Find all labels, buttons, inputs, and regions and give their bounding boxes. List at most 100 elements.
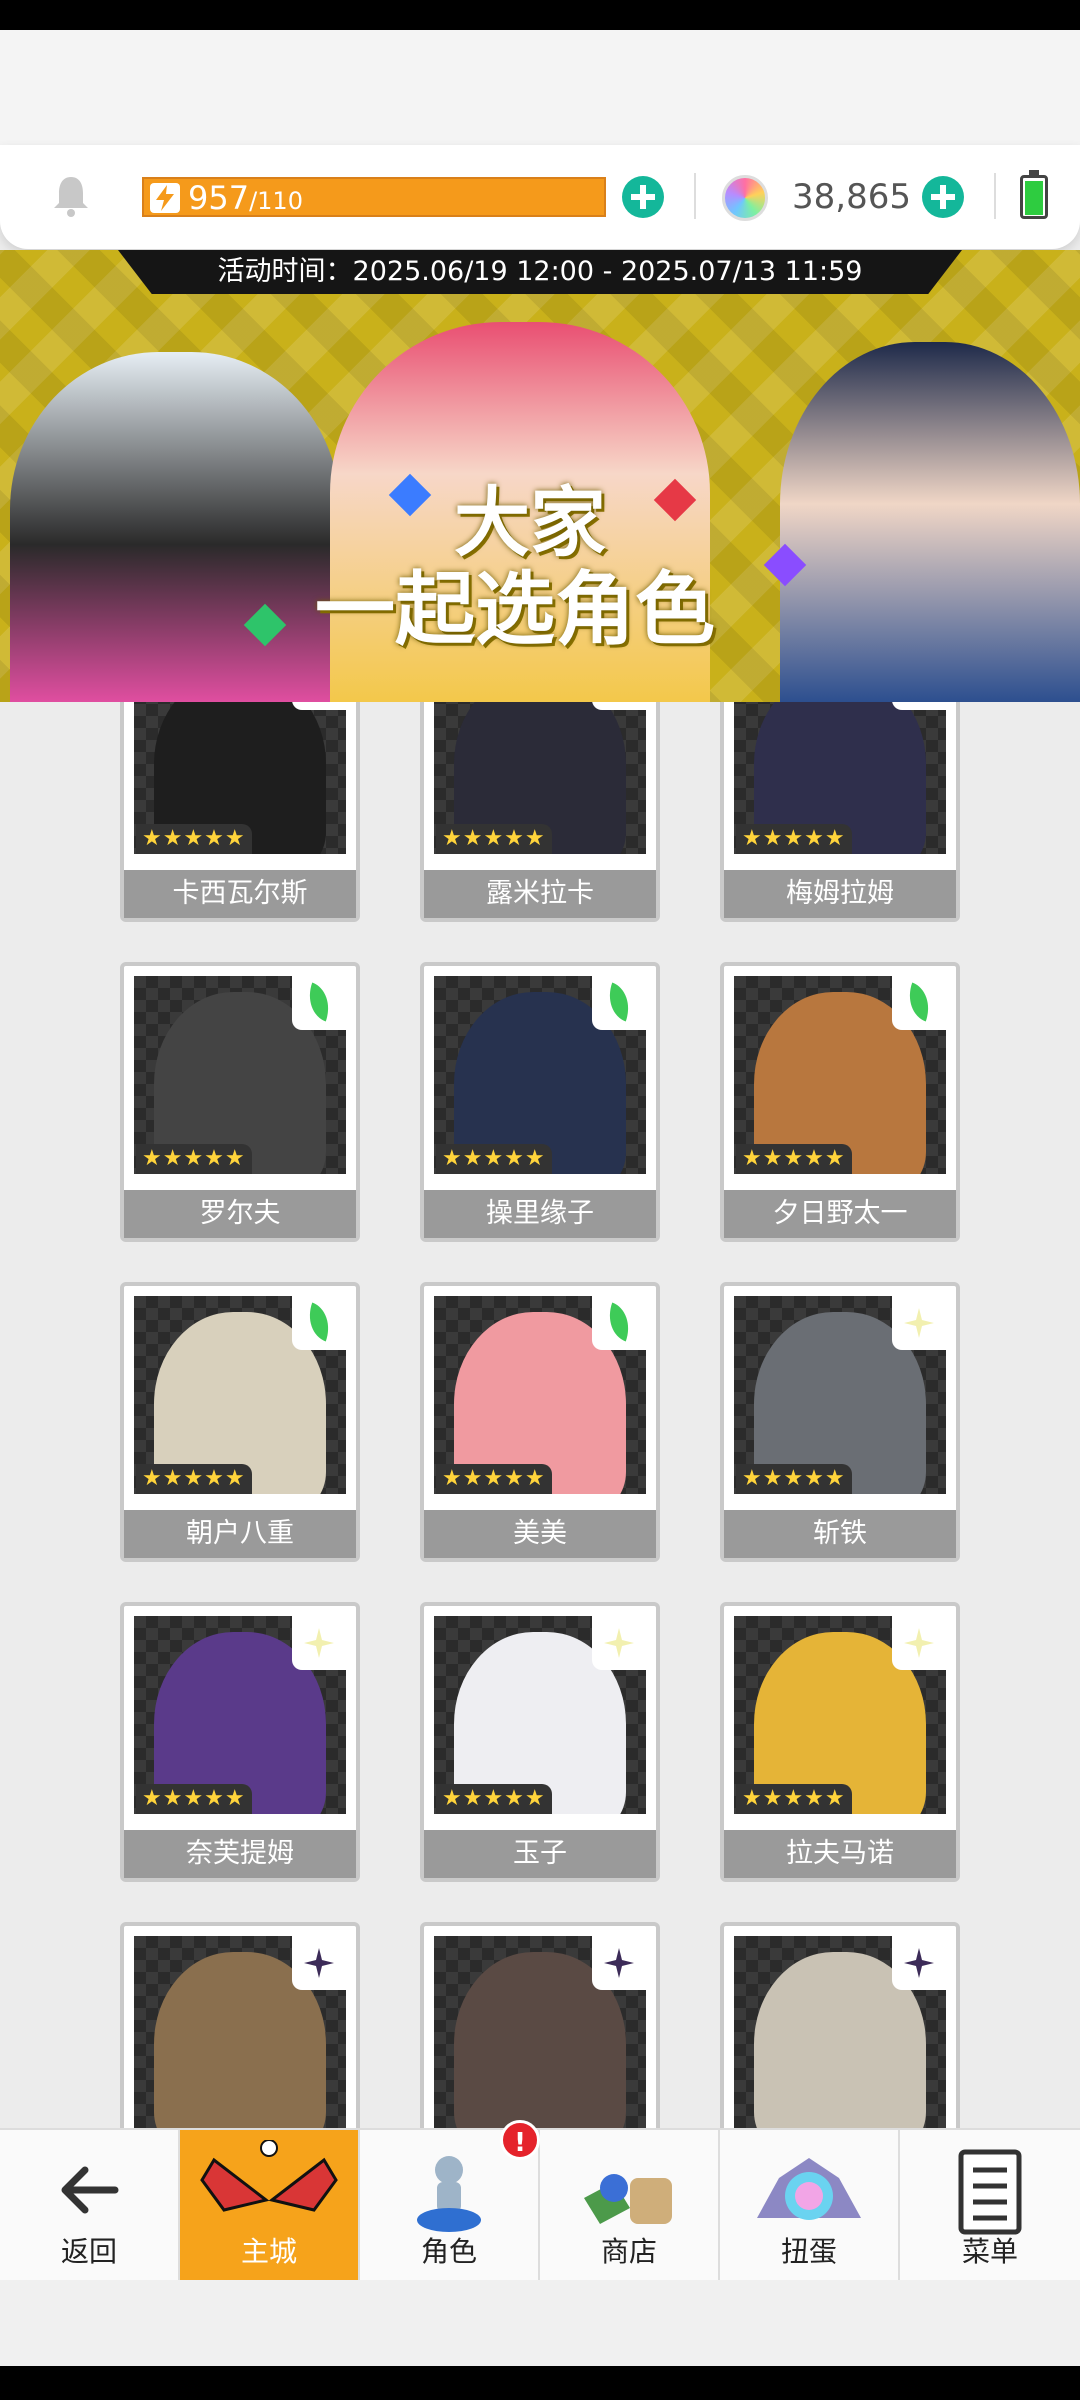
character-portrait: ★★★★★ xyxy=(434,702,646,854)
star-rating: ★★★★★ xyxy=(136,1144,252,1174)
rarity-badge xyxy=(892,976,946,1030)
energy-max: /110 xyxy=(249,187,303,215)
gem-count: 38,865 xyxy=(792,177,911,217)
character-card[interactable]: ★★★★★ 玉子 xyxy=(420,1602,660,1882)
add-energy-button[interactable] xyxy=(622,176,664,218)
character-statue-icon xyxy=(417,2156,481,2232)
character-card[interactable]: ★★★★★ 美美 xyxy=(420,1282,660,1562)
nav-gacha[interactable]: 扭蛋 xyxy=(720,2130,900,2282)
leaf-icon xyxy=(601,982,637,1022)
character-card[interactable]: ★★★★★ 奈芙提姆 xyxy=(120,1602,360,1882)
character-portrait xyxy=(434,1936,646,2130)
star-rating: ★★★★★ xyxy=(136,824,252,854)
rarity-badge xyxy=(292,1616,346,1670)
rarity-badge xyxy=(592,1616,646,1670)
character-card[interactable]: ★★★★★ 拉夫马诺 xyxy=(720,1602,960,1882)
character-portrait: ★★★★★ xyxy=(434,976,646,1174)
rarity-badge xyxy=(292,702,346,710)
star-rating: ★★★★★ xyxy=(136,1464,252,1494)
character-portrait: ★★★★★ xyxy=(134,976,346,1174)
nav-characters-label: 角色 xyxy=(420,2235,477,2268)
nav-footer-space xyxy=(0,2280,1080,2366)
character-portrait: ★★★★★ xyxy=(734,1616,946,1814)
character-card[interactable]: ★★★★★ 夕日野太一 xyxy=(720,962,960,1242)
energy-value: 957/110 xyxy=(188,181,303,218)
gacha-orb-icon xyxy=(757,2158,861,2220)
character-name: 罗尔夫 xyxy=(124,1190,356,1238)
banner-title-line1: 大家 xyxy=(454,478,606,567)
character-portrait xyxy=(734,1936,946,2130)
character-card[interactable]: ★★★★★ 露米拉卡 xyxy=(420,702,660,922)
bottom-nav: 返回 主城 角色 商店 扭蛋 菜单 xyxy=(0,2128,1080,2282)
rarity-badge xyxy=(292,1296,346,1350)
energy-current: 957 xyxy=(188,179,250,217)
leaf-icon xyxy=(301,982,337,1022)
notification-badge: ! xyxy=(500,2120,540,2160)
bell-icon[interactable] xyxy=(48,173,94,219)
event-banner[interactable]: 大家 一起选角色 活动时间：2025.06/19 12:00 - 2025.07… xyxy=(0,250,1080,702)
rarity-badge xyxy=(592,702,646,710)
character-portrait: ★★★★★ xyxy=(734,976,946,1174)
character-portrait: ★★★★★ xyxy=(134,702,346,854)
character-name: 露米拉卡 xyxy=(424,870,656,918)
nav-shop-label: 商店 xyxy=(600,2235,657,2268)
character-portrait: ★★★★★ xyxy=(434,1296,646,1494)
character-card[interactable]: ★★★★★ 斩铁 xyxy=(720,1282,960,1562)
character-grid: ★★★★★ 卡西瓦尔斯 ★★★★★ 露米拉卡 ★★★★★ 梅姆拉姆 ★★★★★ 罗尔夫 ★★★★… xyxy=(0,702,1080,2130)
character-card[interactable]: ★★★★★ 罗尔夫 xyxy=(120,962,360,1242)
back-arrow-icon xyxy=(61,2166,119,2214)
banner-title-line2: 一起选角色 xyxy=(315,563,715,656)
nav-main-city[interactable]: 主城 xyxy=(180,2130,360,2282)
divider xyxy=(694,173,696,219)
sparkle-icon xyxy=(304,1628,334,1658)
system-status-bar xyxy=(0,0,1080,30)
character-card[interactable]: ★★★★★ 梅姆拉姆 xyxy=(720,702,960,922)
banner-character-right xyxy=(780,342,1080,702)
character-name: 梅姆拉姆 xyxy=(724,870,956,918)
energy-meter: 957/110 xyxy=(142,177,606,217)
leaf-icon xyxy=(301,1302,337,1342)
character-portrait: ★★★★★ xyxy=(134,1296,346,1494)
star-rating: ★★★★★ xyxy=(736,1144,852,1174)
nav-main-city-label: 主城 xyxy=(240,2235,297,2268)
star-rating: ★★★★★ xyxy=(736,824,852,854)
character-name: 夕日野太一 xyxy=(724,1190,956,1238)
star-rating: ★★★★★ xyxy=(436,824,552,854)
character-card[interactable]: ★★★★★ 朝户八重 xyxy=(120,1282,360,1562)
character-portrait: ★★★★★ xyxy=(734,1296,946,1494)
rarity-badge xyxy=(592,1936,646,1990)
character-card[interactable]: ★★★★★ 卡西瓦尔斯 xyxy=(120,702,360,922)
rarity-badge xyxy=(892,1936,946,1990)
sparkle-icon xyxy=(604,1628,634,1658)
star-rating: ★★★★★ xyxy=(436,1464,552,1494)
character-portrait: ★★★★★ xyxy=(734,702,946,854)
character-name: 玉子 xyxy=(424,1830,656,1878)
resource-bar: 957/110 38,865 xyxy=(0,145,1080,249)
lightning-icon xyxy=(150,183,180,213)
dark-sparkle-icon xyxy=(604,1948,634,1978)
star-rating: ★★★★★ xyxy=(736,1464,852,1494)
character-card[interactable] xyxy=(420,1922,660,2130)
rarity-badge xyxy=(292,1936,346,1990)
wings-icon xyxy=(200,2140,338,2212)
character-card[interactable] xyxy=(720,1922,960,2130)
sparkle-icon xyxy=(904,1308,934,1338)
dark-sparkle-icon xyxy=(304,1948,334,1978)
nav-back-button[interactable]: 返回 xyxy=(0,2130,180,2282)
sparkle-icon xyxy=(904,1628,934,1658)
nav-menu[interactable]: 菜单 xyxy=(900,2130,1080,2282)
add-gems-button[interactable] xyxy=(922,176,964,218)
star-rating: ★★★★★ xyxy=(436,1784,552,1814)
banner-title: 大家 一起选角色 xyxy=(300,480,820,654)
star-rating: ★★★★★ xyxy=(736,1784,852,1814)
nav-shop[interactable]: 商店 xyxy=(540,2130,720,2282)
character-card[interactable]: ★★★★★ 操里缘子 xyxy=(420,962,660,1242)
character-name: 卡西瓦尔斯 xyxy=(124,870,356,918)
rarity-badge xyxy=(892,702,946,710)
rarity-badge xyxy=(592,976,646,1030)
star-rating: ★★★★★ xyxy=(436,1144,552,1174)
character-card[interactable] xyxy=(120,1922,360,2130)
leaf-icon xyxy=(901,982,937,1022)
character-name: 美美 xyxy=(424,1510,656,1558)
character-name: 奈芙提姆 xyxy=(124,1830,356,1878)
